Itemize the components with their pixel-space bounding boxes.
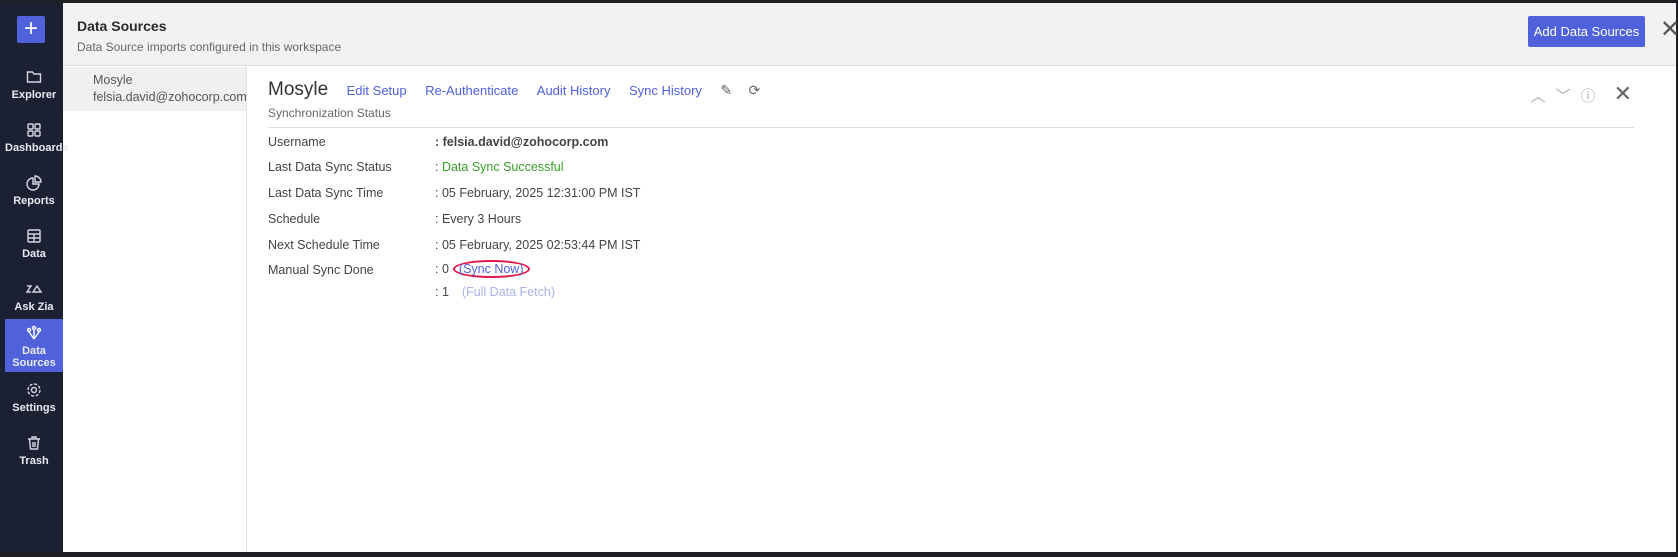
refresh-icon[interactable]: ⟳ xyxy=(749,82,761,99)
sidebar-item-trash[interactable]: Trash xyxy=(5,429,63,481)
sidebar-item-reports[interactable]: Reports xyxy=(5,169,63,221)
sidebar-item-label: Data Sources xyxy=(12,345,56,369)
detail-row-last-sync-time: Last Data Sync Time : 05 February, 2025 1… xyxy=(268,186,640,200)
chevron-down-icon[interactable]: ﹀ xyxy=(1556,88,1571,105)
sidebar-item-label: Dashboards xyxy=(5,142,69,154)
pie-icon xyxy=(26,175,42,191)
sidebar-item-data[interactable]: Data xyxy=(5,222,63,274)
grid-icon xyxy=(27,123,41,137)
sidebar-item-settings[interactable]: Settings xyxy=(5,376,63,428)
detail-row-schedule: Schedule : Every 3 Hours xyxy=(268,212,521,226)
sync-now-link[interactable]: (Sync Now) xyxy=(459,262,524,276)
source-name: Mosyle xyxy=(93,73,133,87)
full-data-fetch-link[interactable]: (Full Data Fetch) xyxy=(462,285,555,299)
sync-history-link[interactable]: Sync History xyxy=(629,83,702,98)
sidebar-item-label: Trash xyxy=(19,455,49,467)
sidebar: + Explorer Dashboards Reports Data Ask Z… xyxy=(0,3,69,552)
add-data-sources-button[interactable]: Add Data Sources xyxy=(1528,16,1645,47)
close-icon[interactable]: ✕ xyxy=(1614,81,1632,106)
row-value: : 05 February, 2025 12:31:00 PM IST xyxy=(435,186,641,200)
folder-icon xyxy=(26,71,42,83)
create-button[interactable]: + xyxy=(17,16,45,43)
row-value: : Every 3 Hours xyxy=(435,212,522,226)
sidebar-item-label: Reports xyxy=(13,195,55,207)
row-value: : 05 February, 2025 02:53:44 PM IST xyxy=(435,238,641,252)
source-email: felsia.david@zohocorp.com xyxy=(93,90,247,104)
data-sources-icon xyxy=(26,325,42,340)
row-label: Manual Sync Done xyxy=(268,263,374,277)
sidebar-item-label: Data xyxy=(22,248,46,260)
re-authenticate-link[interactable]: Re-Authenticate xyxy=(425,83,518,98)
row-label: Schedule xyxy=(268,212,321,226)
audit-history-link[interactable]: Audit History xyxy=(537,83,611,98)
sidebar-item-label: Ask Zia xyxy=(14,301,54,313)
detail-row-last-sync-status: Last Data Sync Status: Data Sync Success… xyxy=(268,160,564,174)
app-window: + Explorer Dashboards Reports Data Ask Z… xyxy=(0,3,1678,552)
table-icon xyxy=(27,229,41,243)
row-label: Next Schedule Time xyxy=(268,238,380,252)
row-label: Last Data Sync Status xyxy=(268,160,392,174)
divider xyxy=(268,127,1634,128)
list-item[interactable]: Mosyle felsia.david@zohocorp.com xyxy=(63,67,247,111)
detail-row-manual-sync: Manual Sync Done : 0 (Sync Now) xyxy=(268,260,530,278)
page-header: Data Sources Data Source imports configu… xyxy=(63,3,1678,66)
sidebar-item-explorer[interactable]: Explorer xyxy=(5,63,63,115)
sidebar-item-data-sources[interactable]: Data Sources xyxy=(5,319,63,372)
sidebar-item-dashboards[interactable]: Dashboards xyxy=(5,116,69,168)
source-title: Mosyle xyxy=(268,79,329,100)
edit-icon[interactable]: ✎ xyxy=(720,82,732,99)
row-value: : 1 xyxy=(435,285,449,299)
highlight-ring: (Sync Now) xyxy=(452,260,530,278)
sidebar-item-label: Explorer xyxy=(11,89,57,101)
row-label: Username xyxy=(268,135,326,149)
status-badge: Data Sync Successful xyxy=(441,160,564,174)
detail-row-next-schedule: Next Schedule Time : 05 February, 2025 02… xyxy=(268,238,640,252)
edit-setup-link[interactable]: Edit Setup xyxy=(347,83,407,98)
data-source-list: Mosyle felsia.david@zohocorp.com xyxy=(63,67,247,552)
gear-icon xyxy=(27,383,41,397)
chevron-up-icon[interactable]: ︿ xyxy=(1531,88,1546,105)
row-value: : 0 xyxy=(435,262,449,276)
close-icon[interactable]: ✕ xyxy=(1660,17,1678,43)
row-label: Last Data Sync Time xyxy=(268,186,384,200)
row-value: : felsia.david@zohocorp.com xyxy=(435,135,609,149)
sidebar-item-label: Settings xyxy=(12,402,56,414)
help-icon[interactable]: ⓘ xyxy=(1581,88,1596,105)
page-title: Data Sources xyxy=(77,18,167,34)
page-subtitle: Data Source imports configured in this w… xyxy=(77,40,342,54)
section-subtitle: Synchronization Status xyxy=(268,106,391,120)
zia-icon xyxy=(26,284,42,293)
row-value: : xyxy=(435,160,442,174)
detail-row-username: Username : felsia.david@zohocorp.com xyxy=(268,135,608,149)
trash-icon xyxy=(28,436,40,450)
source-detail: Mosyle Edit Setup Re-Authenticate Audit … xyxy=(268,67,1646,552)
